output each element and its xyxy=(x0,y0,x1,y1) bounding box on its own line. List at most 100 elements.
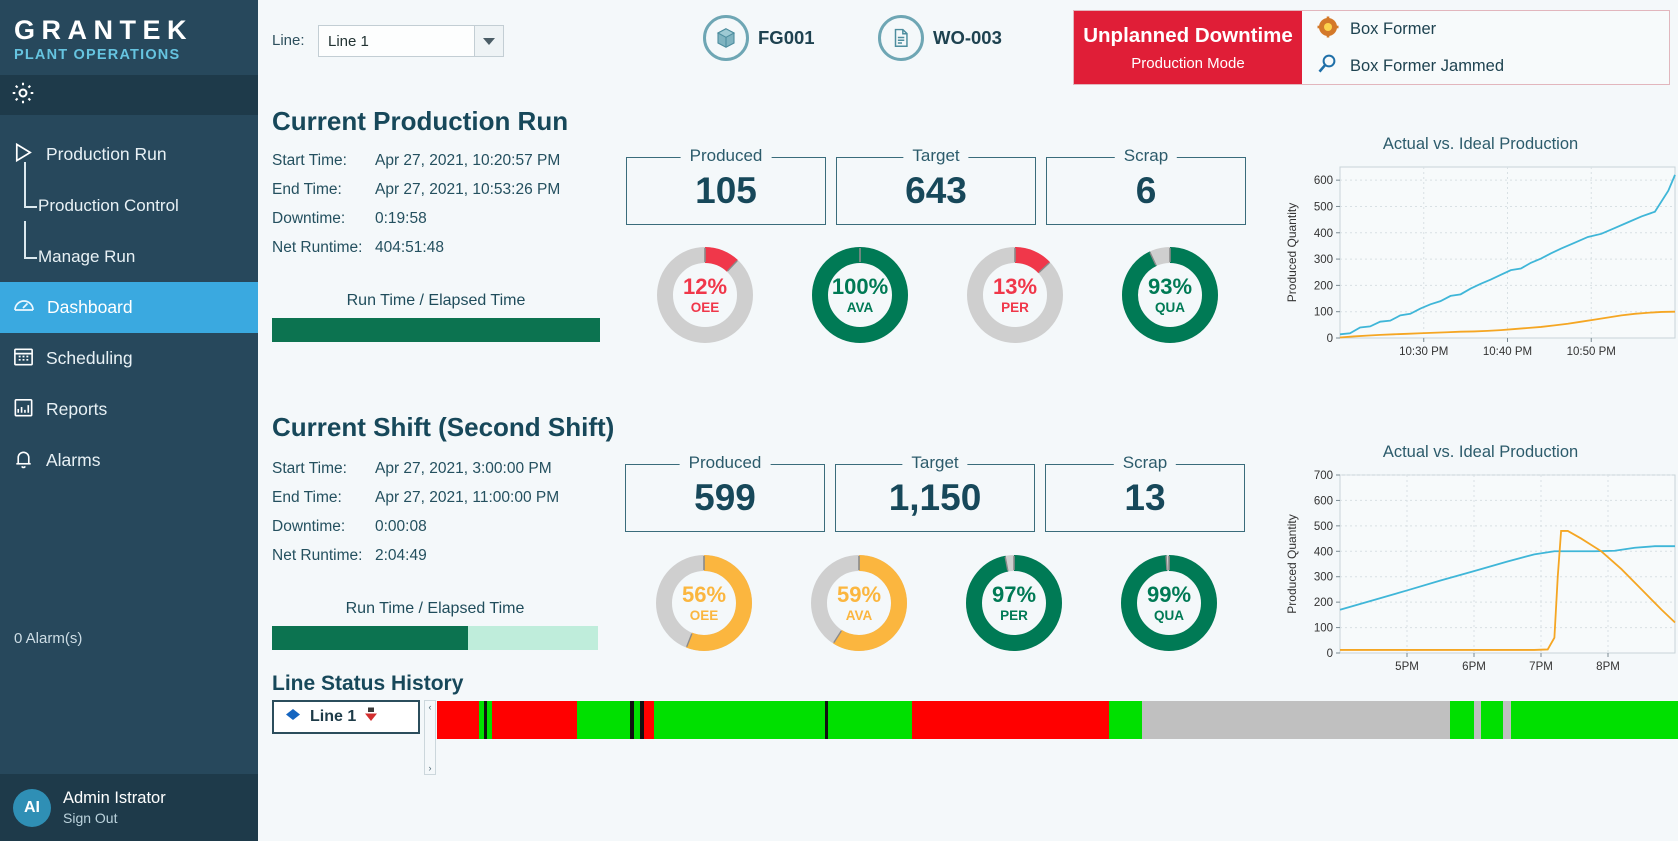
line-status-timeline[interactable] xyxy=(437,701,1678,739)
info-row: End Time: Apr 27, 2021, 11:00:00 PM xyxy=(272,489,559,507)
runtime-label: Run Time / Elapsed Time xyxy=(345,600,525,617)
status-banner[interactable]: Unplanned Downtime Production Mode Box F… xyxy=(1073,10,1670,85)
timeline-segment[interactable] xyxy=(654,701,826,739)
document-icon xyxy=(878,15,924,61)
svg-text:0: 0 xyxy=(1327,648,1333,660)
chart-actual-vs-ideal-run: Actual vs. Ideal Production 0 100 200 300 40… xyxy=(1278,135,1678,365)
runtime-progress-fill xyxy=(272,318,600,342)
field-key: End Time: xyxy=(272,181,342,198)
kpi-scrap-shift: Scrap 13 xyxy=(1045,453,1245,532)
sidebar-item-alarms[interactable]: Alarms xyxy=(0,435,258,486)
chevron-down-icon[interactable] xyxy=(474,26,503,56)
svg-text:Produced Quantity: Produced Quantity xyxy=(1285,203,1299,302)
settings-bar[interactable] xyxy=(0,75,258,116)
chart-title: Actual vs. Ideal Production xyxy=(1382,443,1579,461)
line-selector-button[interactable]: Line 1 xyxy=(272,700,420,734)
scroll-up-arrow[interactable]: ‹ xyxy=(429,702,432,712)
line-select-value: Line 1 xyxy=(328,32,369,50)
svg-text:100: 100 xyxy=(1314,623,1333,635)
shift-fields: Start Time: Apr 27, 2021, 3:00:00 PM End… xyxy=(272,460,559,576)
field-key: End Time: xyxy=(272,489,342,506)
sidebar-item-label: Production Run xyxy=(46,144,167,165)
sidebar-nav: Production Run Production Control Manage… xyxy=(0,115,258,486)
timeline-segment[interactable] xyxy=(437,701,479,739)
workorder-chip[interactable]: WO-003 xyxy=(878,15,1002,61)
kpi-caption: Scrap xyxy=(1113,453,1177,473)
calendar-icon xyxy=(12,345,35,373)
field-value: 404:51:48 xyxy=(375,239,444,256)
svg-text:0: 0 xyxy=(1327,333,1333,345)
field-key: Start Time: xyxy=(272,460,347,477)
runtime-label: Run Time / Elapsed Time xyxy=(346,292,526,309)
dashboard-app: GRANTEK PLANT OPERATIONS Production Run xyxy=(0,0,1678,841)
bell-icon xyxy=(12,447,35,475)
gauge-per-shift: 97% PER xyxy=(964,553,1064,653)
field-value: 0:00:08 xyxy=(375,518,427,535)
svg-text:200: 200 xyxy=(1314,280,1333,292)
timeline-segment[interactable] xyxy=(1109,701,1142,739)
gauge-value: 99% xyxy=(1146,581,1192,607)
timeline-segment[interactable] xyxy=(1510,701,1678,739)
timeline-segment[interactable] xyxy=(644,701,655,739)
gauge-name: AVA xyxy=(845,607,873,623)
kpi-caption: Produced xyxy=(679,453,771,473)
svg-text:200: 200 xyxy=(1314,597,1333,609)
timeline-segment[interactable] xyxy=(1480,701,1504,739)
svg-text:10:40 PM: 10:40 PM xyxy=(1483,346,1532,358)
timeline-segment[interactable] xyxy=(491,701,578,739)
kpi-scrap: Scrap 6 xyxy=(1046,146,1246,225)
field-value: Apr 27, 2021, 10:53:26 PM xyxy=(375,181,561,198)
timeline-segment[interactable] xyxy=(911,701,1110,739)
field-key: Net Runtime: xyxy=(272,547,363,564)
timeline-segment[interactable] xyxy=(828,701,912,739)
timeline-scrollbar[interactable]: ‹ › xyxy=(424,700,436,775)
gauge-value: 59% xyxy=(836,581,882,607)
sidebar-item-production-run[interactable]: Production Run xyxy=(0,129,258,180)
gauge-name: OEE xyxy=(690,299,720,315)
field-key: Downtime: xyxy=(272,210,346,227)
info-row: Downtime: 0:00:08 xyxy=(272,518,559,536)
sidebar-item-reports[interactable]: Reports xyxy=(0,384,258,435)
gauge-name: QUA xyxy=(1154,607,1184,623)
line-select[interactable]: Line 1 xyxy=(318,25,504,57)
production-run-fields: Start Time: Apr 27, 2021, 10:20:57 PM En… xyxy=(272,152,560,268)
prev-icon[interactable] xyxy=(284,708,302,726)
shift-title: Current Shift (Second Shift) xyxy=(272,412,615,442)
sidebar-item-production-control[interactable]: Production Control xyxy=(0,162,258,231)
scroll-down-arrow[interactable]: › xyxy=(429,763,432,773)
gauge-value: 56% xyxy=(681,581,727,607)
timeline-segment[interactable] xyxy=(577,701,631,739)
sidebar-item-scheduling[interactable]: Scheduling xyxy=(0,333,258,384)
info-row: End Time: Apr 27, 2021, 10:53:26 PM xyxy=(272,181,560,199)
kpi-value: 13 xyxy=(1124,477,1166,518)
svg-text:700: 700 xyxy=(1314,470,1333,482)
svg-text:100: 100 xyxy=(1314,307,1333,319)
kpi-value: 599 xyxy=(694,477,756,518)
filter-down-icon[interactable] xyxy=(364,707,378,727)
timeline-segment[interactable] xyxy=(1450,701,1475,739)
gear-icon[interactable] xyxy=(10,80,36,111)
gauge-icon xyxy=(12,293,36,322)
svg-text:300: 300 xyxy=(1314,572,1333,584)
user-bar[interactable]: AI Admin Istrator Sign Out xyxy=(0,774,258,841)
chart-title: Actual vs. Ideal Production xyxy=(1382,135,1579,153)
kpi-value: 643 xyxy=(905,170,967,211)
status-reason-row[interactable]: Box Former xyxy=(1316,15,1669,44)
runtime-progress-track xyxy=(272,318,600,342)
kpi-caption: Scrap xyxy=(1114,146,1178,166)
brand-subtitle: PLANT OPERATIONS xyxy=(14,47,181,64)
sidebar-item-label: Scheduling xyxy=(46,348,133,369)
timeline-segment[interactable] xyxy=(1503,701,1511,739)
timeline-segment[interactable] xyxy=(1141,701,1451,739)
kpi-target-shift: Target 1,150 xyxy=(835,453,1035,532)
sidebar-item-dashboard[interactable]: Dashboard xyxy=(0,282,258,334)
sidebar-item-label: Reports xyxy=(46,399,108,420)
sign-out-link[interactable]: Sign Out xyxy=(63,810,166,826)
kpi-value: 1,150 xyxy=(888,477,982,518)
gauge-value: 13% xyxy=(992,273,1038,299)
status-reason-row[interactable]: Box Former Jammed xyxy=(1316,52,1669,81)
sidebar-item-manage-run[interactable]: Manage Run xyxy=(0,221,258,282)
chart-actual-vs-ideal-shift: Actual vs. Ideal Production 0 100 200 300 40… xyxy=(1278,443,1678,678)
gauge-name: QUA xyxy=(1155,299,1185,315)
product-chip[interactable]: FG001 xyxy=(703,15,815,61)
